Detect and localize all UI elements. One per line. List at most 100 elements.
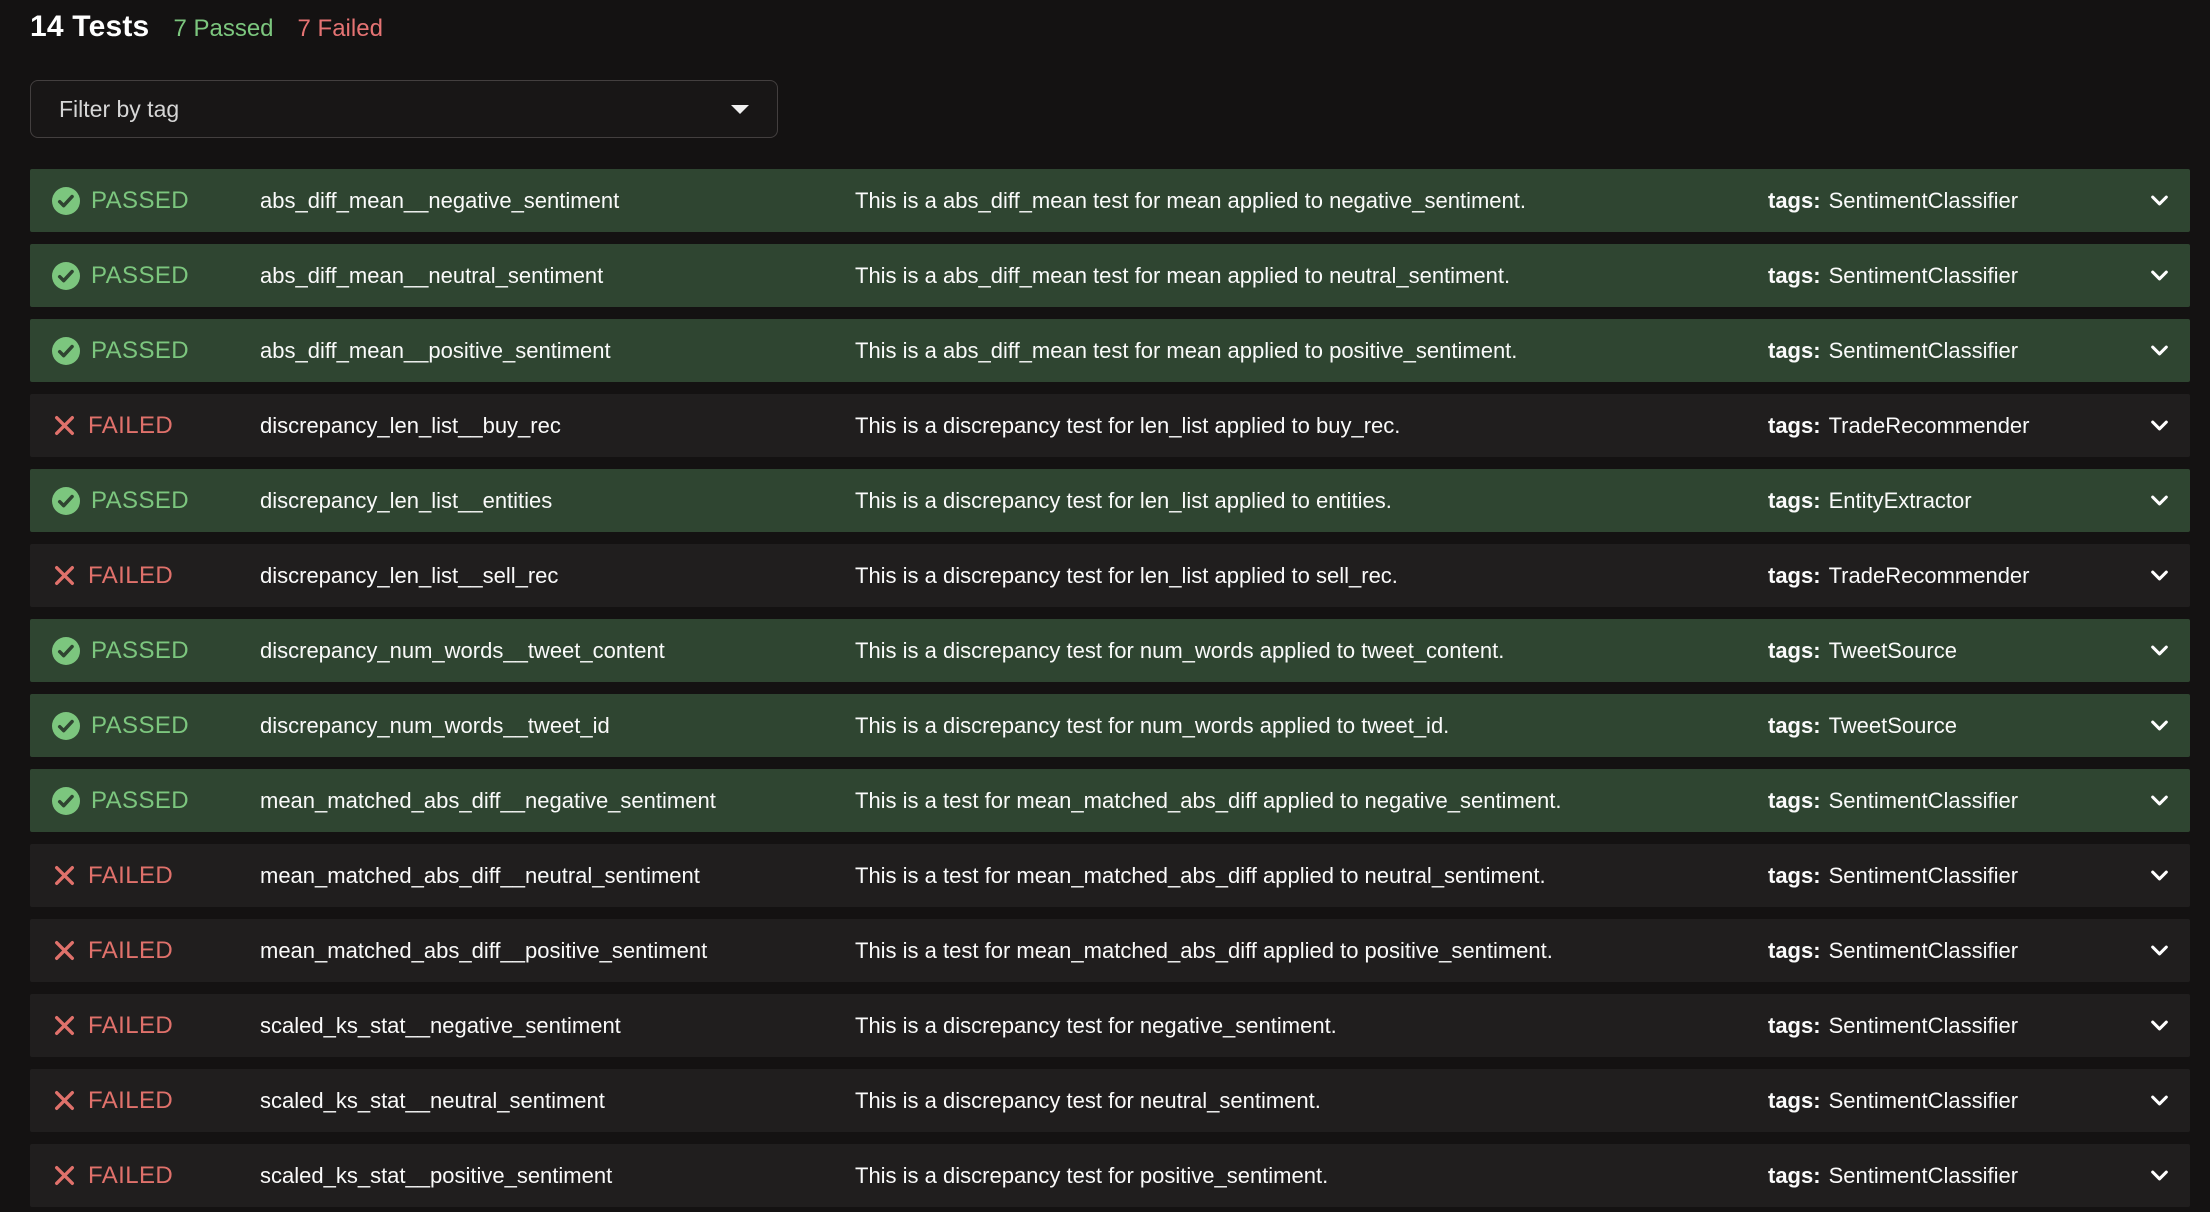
test-row[interactable]: FAILED scaled_ks_stat__neutral_sentiment… xyxy=(30,1069,2190,1132)
test-row[interactable]: FAILED discrepancy_len_list__buy_rec Thi… xyxy=(30,394,2190,457)
test-name: abs_diff_mean__neutral_sentiment xyxy=(260,263,855,289)
test-description: This is a abs_diff_mean test for mean ap… xyxy=(855,263,1768,289)
x-icon xyxy=(52,1088,77,1113)
test-description: This is a abs_diff_mean test for mean ap… xyxy=(855,338,1768,364)
x-icon xyxy=(52,563,77,588)
test-tags: tags:SentimentClassifier xyxy=(1768,1013,2139,1039)
test-name: discrepancy_len_list__sell_rec xyxy=(260,563,855,589)
x-icon xyxy=(52,938,77,963)
filter-placeholder: Filter by tag xyxy=(59,96,731,123)
test-name: mean_matched_abs_diff__negative_sentimen… xyxy=(260,788,855,814)
chevron-down-icon[interactable] xyxy=(2151,1095,2168,1106)
test-row[interactable]: FAILED scaled_ks_stat__negative_sentimen… xyxy=(30,994,2190,1057)
test-status: PASSED xyxy=(52,787,260,815)
test-name: scaled_ks_stat__positive_sentiment xyxy=(260,1163,855,1189)
test-description: This is a discrepancy test for len_list … xyxy=(855,413,1768,439)
check-circle-icon xyxy=(52,712,80,740)
status-label: FAILED xyxy=(88,1012,173,1040)
test-name: scaled_ks_stat__negative_sentiment xyxy=(260,1013,855,1039)
test-row[interactable]: FAILED mean_matched_abs_diff__positive_s… xyxy=(30,919,2190,982)
status-label: PASSED xyxy=(91,187,189,215)
tags-label: tags: xyxy=(1768,1163,1821,1188)
tags-value: TradeRecommender xyxy=(1829,563,2030,588)
tags-value: SentimentClassifier xyxy=(1829,938,2019,963)
chevron-down-icon[interactable] xyxy=(2151,1170,2168,1181)
filter-by-tag-select[interactable]: Filter by tag xyxy=(30,80,778,138)
test-description: This is a discrepancy test for num_words… xyxy=(855,638,1768,664)
test-row[interactable]: PASSED discrepancy_num_words__tweet_cont… xyxy=(30,619,2190,682)
tags-label: tags: xyxy=(1768,563,1821,588)
test-row[interactable]: PASSED abs_diff_mean__neutral_sentiment … xyxy=(30,244,2190,307)
test-row[interactable]: PASSED discrepancy_len_list__entities Th… xyxy=(30,469,2190,532)
test-status: FAILED xyxy=(52,937,260,965)
tags-value: TweetSource xyxy=(1829,713,1957,738)
test-tags: tags:SentimentClassifier xyxy=(1768,938,2139,964)
check-circle-icon xyxy=(52,637,80,665)
tags-value: TradeRecommender xyxy=(1829,413,2030,438)
chevron-down-icon[interactable] xyxy=(2151,945,2168,956)
test-status: FAILED xyxy=(52,1162,260,1190)
test-name: mean_matched_abs_diff__neutral_sentiment xyxy=(260,863,855,889)
test-status: FAILED xyxy=(52,562,260,590)
tags-value: SentimentClassifier xyxy=(1829,1163,2019,1188)
status-label: PASSED xyxy=(91,487,189,515)
test-tags: tags: TradeRecommender xyxy=(1768,413,2139,439)
test-description: This is a test for mean_matched_abs_diff… xyxy=(855,788,1768,814)
test-row[interactable]: FAILED scaled_ks_stat__positive_sentimen… xyxy=(30,1144,2190,1207)
test-tags: tags: SentimentClassifier xyxy=(1768,1163,2139,1189)
tags-value: SentimentClassifier xyxy=(1829,1013,2019,1038)
check-circle-icon xyxy=(52,187,80,215)
test-row[interactable]: PASSED discrepancy_num_words__tweet_id T… xyxy=(30,694,2190,757)
test-row[interactable]: FAILED discrepancy_len_list__sell_rec Th… xyxy=(30,544,2190,607)
test-status: PASSED xyxy=(52,337,260,365)
test-description: This is a test for mean_matched_abs_diff… xyxy=(855,863,1768,889)
check-circle-icon xyxy=(52,487,80,515)
chevron-down-icon[interactable] xyxy=(2151,345,2168,356)
test-name: discrepancy_len_list__entities xyxy=(260,488,855,514)
test-tags: tags:EntityExtractor xyxy=(1768,488,2139,514)
test-status: PASSED xyxy=(52,262,260,290)
tags-label: tags: xyxy=(1768,413,1821,438)
page: 14 Tests 7 Passed 7 Failed Filter by tag… xyxy=(0,0,2210,1207)
test-row[interactable]: PASSED mean_matched_abs_diff__negative_s… xyxy=(30,769,2190,832)
test-name: mean_matched_abs_diff__positive_sentimen… xyxy=(260,938,855,964)
chevron-down-icon[interactable] xyxy=(2151,1020,2168,1031)
test-status: FAILED xyxy=(52,412,260,440)
chevron-down-icon[interactable] xyxy=(2151,420,2168,431)
chevron-down-icon[interactable] xyxy=(2151,720,2168,731)
chevron-down-icon[interactable] xyxy=(2151,495,2168,506)
chevron-down-icon[interactable] xyxy=(2151,195,2168,206)
test-tags: tags:SentimentClassifier xyxy=(1768,1088,2139,1114)
tags-label: tags: xyxy=(1768,263,1821,288)
tags-value: SentimentClassifier xyxy=(1829,188,2019,213)
test-tags: tags: SentimentClassifier xyxy=(1768,188,2139,214)
test-row[interactable]: PASSED abs_diff_mean__positive_sentiment… xyxy=(30,319,2190,382)
test-name: discrepancy_num_words__tweet_content xyxy=(260,638,855,664)
chevron-down-icon[interactable] xyxy=(2151,795,2168,806)
test-name: scaled_ks_stat__neutral_sentiment xyxy=(260,1088,855,1114)
status-label: FAILED xyxy=(88,937,173,965)
chevron-down-icon[interactable] xyxy=(2151,645,2168,656)
tags-label: tags: xyxy=(1768,188,1821,213)
test-tags: tags: TradeRecommender xyxy=(1768,563,2139,589)
test-tags: tags:SentimentClassifier xyxy=(1768,338,2139,364)
chevron-down-icon[interactable] xyxy=(2151,570,2168,581)
test-description: This is a test for mean_matched_abs_diff… xyxy=(855,938,1768,964)
page-title: 14 Tests xyxy=(30,10,149,44)
status-label: PASSED xyxy=(91,337,189,365)
test-status: FAILED xyxy=(52,862,260,890)
status-label: FAILED xyxy=(88,1087,173,1115)
tags-label: tags: xyxy=(1768,488,1821,513)
chevron-down-icon[interactable] xyxy=(2151,270,2168,281)
test-list: PASSED abs_diff_mean__negative_sentiment… xyxy=(30,169,2190,1207)
tags-value: SentimentClassifier xyxy=(1829,263,2019,288)
test-status: PASSED xyxy=(52,637,260,665)
status-label: PASSED xyxy=(91,262,189,290)
test-row[interactable]: PASSED abs_diff_mean__negative_sentiment… xyxy=(30,169,2190,232)
passed-count: 7 Passed xyxy=(173,15,273,43)
test-row[interactable]: FAILED mean_matched_abs_diff__neutral_se… xyxy=(30,844,2190,907)
chevron-down-icon[interactable] xyxy=(2151,870,2168,881)
test-name: abs_diff_mean__positive_sentiment xyxy=(260,338,855,364)
test-description: This is a discrepancy test for len_list … xyxy=(855,563,1768,589)
tags-label: tags: xyxy=(1768,788,1821,813)
